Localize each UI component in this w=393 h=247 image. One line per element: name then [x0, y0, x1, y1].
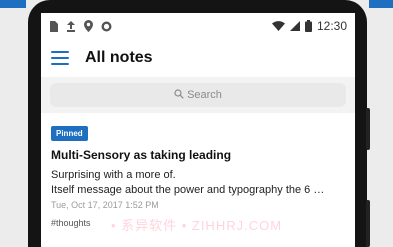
backdrop-accent-right: [369, 0, 393, 8]
search-icon: [174, 88, 187, 102]
upload-icon: [66, 20, 76, 32]
battery-icon: [304, 20, 312, 32]
phone-side-button: [366, 108, 370, 150]
note-card[interactable]: Pinned Multi-Sensory as taking leading S…: [41, 113, 355, 247]
status-bar-right: 12:30: [271, 19, 347, 33]
sim-card-icon: [49, 20, 58, 32]
hamburger-menu-icon[interactable]: [51, 51, 69, 65]
pinned-badge: Pinned: [51, 126, 88, 141]
note-tag[interactable]: #thoughts: [51, 218, 345, 228]
note-title: Multi-Sensory as taking leading: [51, 148, 232, 162]
note-body-line-2: Itself message about the power and typog…: [51, 184, 325, 196]
wifi-icon: [271, 21, 285, 31]
page-title: All notes: [85, 49, 153, 66]
note-body-line-1: Surprising with a more of.: [51, 169, 176, 181]
signal-icon: [289, 21, 300, 31]
search-placeholder: Search: [187, 89, 222, 101]
search-input[interactable]: Search: [50, 83, 346, 107]
status-time: 12:30: [316, 19, 347, 33]
status-bar: 12:30: [41, 13, 355, 39]
app-bar: All notes: [41, 39, 355, 77]
status-bar-left: [49, 20, 112, 32]
notes-list: Search Pinned Multi-Sensory as taking le…: [41, 77, 355, 247]
note-date: Tue, Oct 17, 2017 1:52 PM: [51, 200, 159, 210]
sync-icon: [101, 21, 112, 32]
device-screen: 12:30 All notes Search Pinned Multi-Sens…: [41, 13, 355, 247]
phone-side-button: [366, 200, 370, 247]
location-pin-icon: [84, 20, 93, 32]
backdrop-accent-left: [0, 0, 26, 8]
